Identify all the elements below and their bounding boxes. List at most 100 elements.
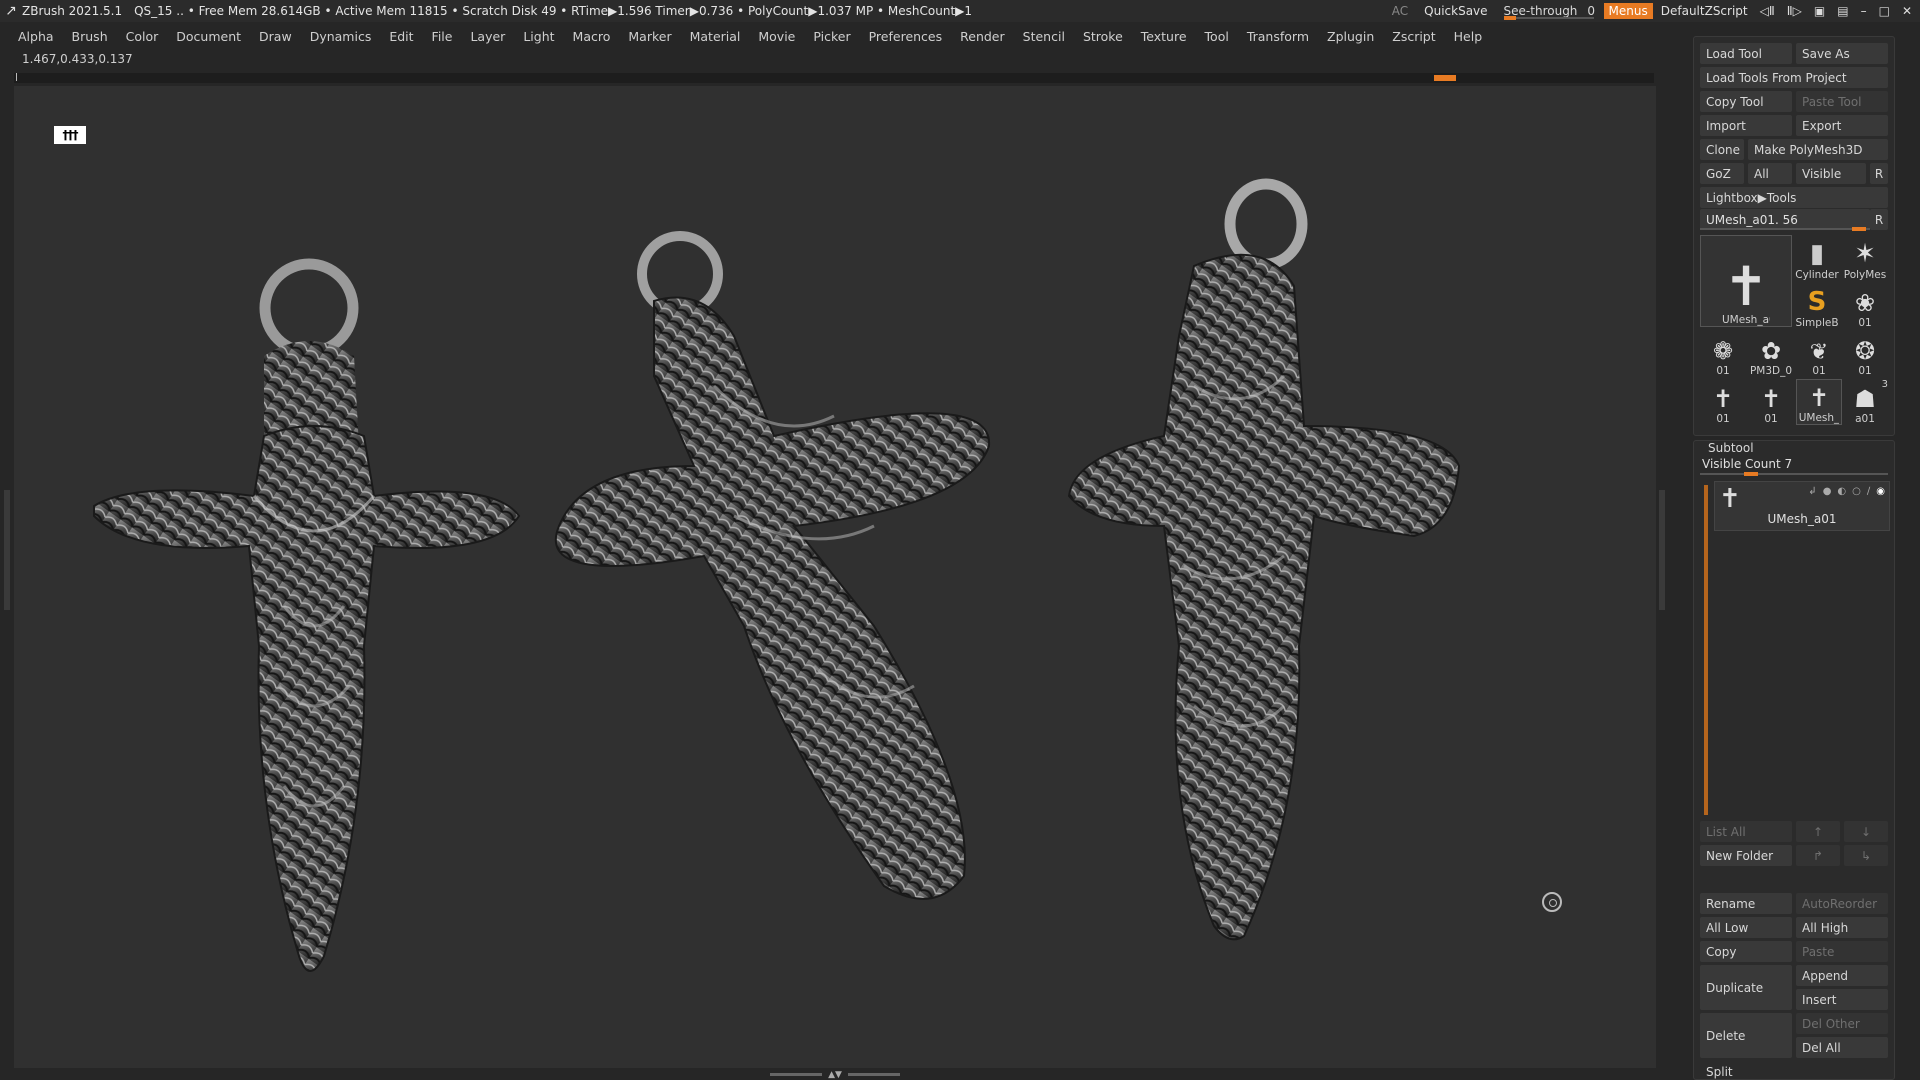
bottom-tray-handle[interactable]: ▲▼ [770,1070,900,1080]
tool-thumb-01d[interactable]: ❂ 01 [1842,331,1888,377]
import-button[interactable]: Import [1700,115,1792,136]
tool-thumb-umesh-a01[interactable]: ✝ UMesh_a01 [1700,235,1792,327]
autoreorder-button[interactable]: AutoReorder [1796,893,1888,914]
menu-file[interactable]: File [432,29,453,44]
menu-zscript[interactable]: Zscript [1392,29,1435,44]
menu-edit[interactable]: Edit [389,29,413,44]
del-all-button[interactable]: Del All [1796,1037,1888,1058]
move-up-icon[interactable]: ↑ [1796,821,1840,842]
current-tool-slider[interactable]: UMesh_a01. 56 [1700,209,1870,231]
menu-stencil[interactable]: Stencil [1023,29,1065,44]
paste-button[interactable]: Paste [1796,941,1888,962]
menu-texture[interactable]: Texture [1141,29,1187,44]
current-tool-slider-knob[interactable] [1852,227,1866,231]
goz-r-button[interactable]: R [1870,163,1888,184]
see-through-slider[interactable]: See-through 0 [1496,0,1600,22]
right-tray-handle[interactable] [1659,490,1665,610]
menu-picker[interactable]: Picker [813,29,850,44]
insert-button[interactable]: Insert [1796,989,1888,1010]
timeline-strip[interactable] [14,73,1654,83]
all-low-button[interactable]: All Low [1700,917,1792,938]
tool-thumb-01a[interactable]: ❀ 01 [1842,283,1888,329]
folder-up-icon[interactable]: ↱ [1796,845,1840,866]
expand-arrows-icon[interactable]: ▲▼ [826,1070,844,1080]
tile-windows-icon[interactable]: ▣ [1814,4,1825,18]
menu-alpha[interactable]: Alpha [18,29,54,44]
menu-document[interactable]: Document [176,29,241,44]
tool-thumb-cylinder[interactable]: ▮ Cylinder [1794,235,1840,281]
menu-help[interactable]: Help [1454,29,1483,44]
copy-tool-button[interactable]: Copy Tool [1700,91,1792,112]
circle-icon[interactable]: ○ [1852,486,1861,497]
menu-color[interactable]: Color [126,29,159,44]
save-as-button[interactable]: Save As [1796,43,1888,64]
arrow-icon[interactable]: ↲ [1808,486,1816,497]
half-moon-icon[interactable]: ◐ [1837,486,1846,497]
menu-transform[interactable]: Transform [1247,29,1309,44]
tool-thumb-01f[interactable]: ✝ 01 [1748,379,1794,425]
tool-thumb-pm3d[interactable]: ✿ PM3D_0 [1748,331,1794,377]
menu-stroke[interactable]: Stroke [1083,29,1123,44]
tool-thumb-a01[interactable]: ☗ a01 3 [1842,379,1888,425]
rename-button[interactable]: Rename [1700,893,1792,914]
list-all-button[interactable]: List All [1700,821,1792,842]
move-down-icon[interactable]: ↓ [1844,821,1888,842]
del-other-button[interactable]: Del Other [1796,1013,1888,1034]
menu-render[interactable]: Render [960,29,1005,44]
tool-thumb-01c[interactable]: ❦ 01 [1796,331,1842,377]
menu-draw[interactable]: Draw [259,29,292,44]
timeline-marker[interactable] [1434,75,1456,81]
append-button[interactable]: Append [1796,965,1888,986]
menu-zplugin[interactable]: Zplugin [1327,29,1374,44]
lightbox-tools-button[interactable]: Lightbox▶Tools [1700,187,1888,208]
layout-left-icon[interactable]: ◁Ⅱ [1760,4,1775,18]
menu-light[interactable]: Light [523,29,554,44]
tool-thumb-simpleb[interactable]: S SimpleB [1794,283,1840,329]
subtool-title[interactable]: Subtool [1708,441,1754,455]
goz-button[interactable]: GoZ [1700,163,1744,184]
tool-thumb-umesh2[interactable]: ✝ UMesh_ [1796,379,1842,425]
menu-layer[interactable]: Layer [470,29,505,44]
goz-visible-button[interactable]: Visible [1796,163,1866,184]
tool-r-button[interactable]: R [1870,209,1888,230]
menu-movie[interactable]: Movie [758,29,795,44]
pivot-point-icon[interactable] [1542,892,1562,912]
document-canvas[interactable]: ††† [14,86,1656,1068]
subtool-scrollbar[interactable] [1704,485,1708,815]
new-folder-button[interactable]: New Folder [1700,845,1792,866]
duplicate-button[interactable]: Duplicate [1700,965,1792,1010]
clone-button[interactable]: Clone [1700,139,1744,160]
export-button[interactable]: Export [1796,115,1888,136]
menu-dynamics[interactable]: Dynamics [310,29,372,44]
brush-icon[interactable]: ∕ [1867,486,1870,497]
menu-preferences[interactable]: Preferences [869,29,943,44]
menu-tool[interactable]: Tool [1205,29,1229,44]
menu-brush[interactable]: Brush [72,29,108,44]
tool-thumb-01e[interactable]: ✝ 01 [1700,379,1746,425]
visible-count-slider[interactable]: Visible Count 7 [1700,457,1890,476]
maximize-icon[interactable]: □ [1879,4,1890,18]
ac-toggle[interactable]: AC [1384,4,1416,18]
all-high-button[interactable]: All High [1796,917,1888,938]
subtool-item-umesh-a01[interactable]: ✝ ↲ ● ◐ ○ ∕ ◉ UMesh_a01 [1714,481,1890,531]
eye-icon[interactable]: ◉ [1876,486,1885,497]
polypaint-icon[interactable]: ● [1823,486,1832,497]
float-window-icon[interactable]: ▤ [1837,4,1848,18]
layout-right-icon[interactable]: Ⅱ▷ [1787,4,1802,18]
paste-tool-button[interactable]: Paste Tool [1796,91,1888,112]
menu-macro[interactable]: Macro [573,29,611,44]
menu-marker[interactable]: Marker [628,29,671,44]
visible-count-knob[interactable] [1744,472,1758,476]
goz-all-button[interactable]: All [1748,163,1792,184]
folder-down-icon[interactable]: ↳ [1844,845,1888,866]
see-through-knob[interactable] [1503,16,1516,20]
tool-thumb-01b[interactable]: ❁ 01 [1700,331,1746,377]
make-polymesh3d-button[interactable]: Make PolyMesh3D [1748,139,1888,160]
menus-toggle-button[interactable]: Menus [1603,3,1653,19]
load-tools-from-project-button[interactable]: Load Tools From Project [1700,67,1888,88]
load-tool-button[interactable]: Load Tool [1700,43,1792,64]
tool-thumb-polymesh[interactable]: ✶ PolyMes [1842,235,1888,281]
minimize-icon[interactable]: – [1861,4,1867,18]
quicksave-button[interactable]: QuickSave [1416,4,1495,18]
copy-button[interactable]: Copy [1700,941,1792,962]
